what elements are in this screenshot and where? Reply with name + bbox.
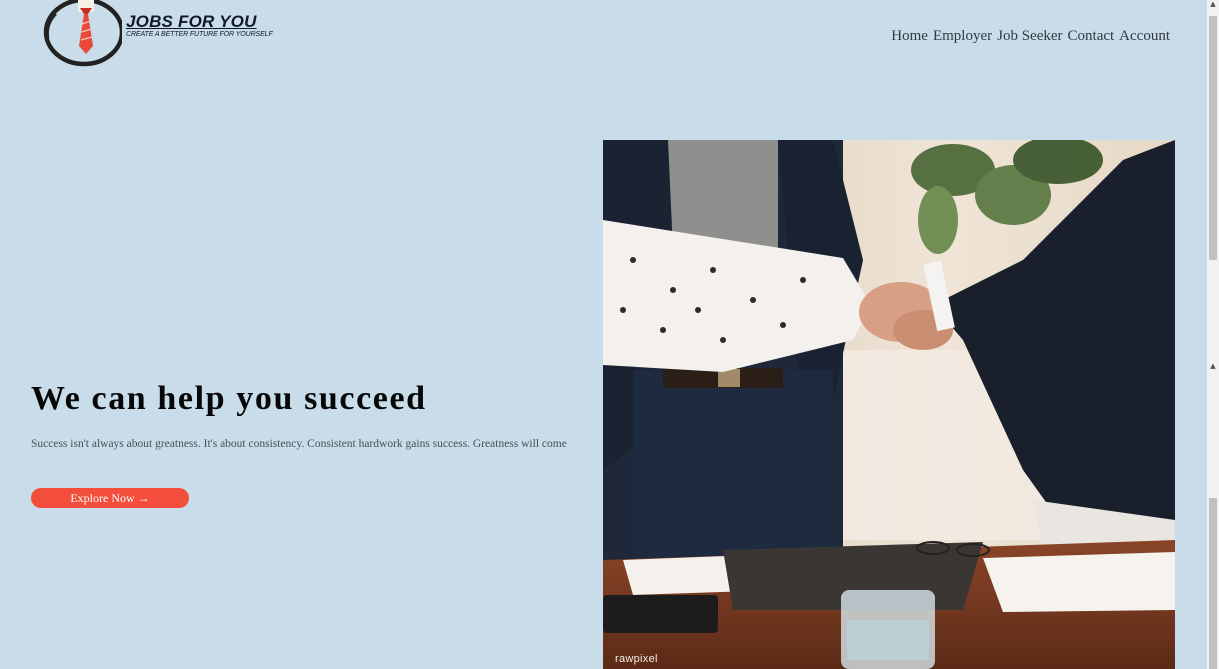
hero-handshake-image: rawpixel [603, 140, 1175, 669]
brand-title: JOBS FOR YOU [126, 12, 257, 31]
scroll-down-icon[interactable]: ▲ [1207, 362, 1219, 370]
brand-tagline: CREATE A BETTER FUTURE FOR YOURSELF [126, 31, 273, 38]
page-scrollbar[interactable]: ▲ ▲ [1207, 0, 1219, 669]
handshake-illustration [603, 140, 1175, 669]
scrollbar-thumb[interactable] [1209, 16, 1217, 260]
image-watermark: rawpixel [615, 653, 658, 665]
scrollbar-thumb-lower[interactable] [1209, 498, 1217, 669]
brand-logo[interactable]: JOBS FOR YOU CREATE A BETTER FUTURE FOR … [38, 0, 278, 74]
nav-link-contact[interactable]: Contact [1068, 28, 1115, 45]
nav-link-job-seeker[interactable]: Job Seeker [997, 28, 1062, 45]
logo-emblem-icon [43, 0, 122, 67]
page: JOBS FOR YOU CREATE A BETTER FUTURE FOR … [0, 0, 1219, 669]
scroll-up-icon[interactable]: ▲ [1207, 0, 1219, 8]
hero-title: We can help you succeed [31, 380, 427, 417]
hero-subtitle: Success isn't always about greatness. It… [31, 438, 567, 450]
nav-link-account[interactable]: Account [1119, 28, 1170, 45]
nav-link-employer[interactable]: Employer [933, 28, 992, 45]
main-nav: Home Employer Job Seeker Contact Account [891, 28, 1170, 45]
explore-now-button[interactable]: Explore Now → [31, 488, 189, 508]
nav-link-home[interactable]: Home [891, 28, 928, 45]
